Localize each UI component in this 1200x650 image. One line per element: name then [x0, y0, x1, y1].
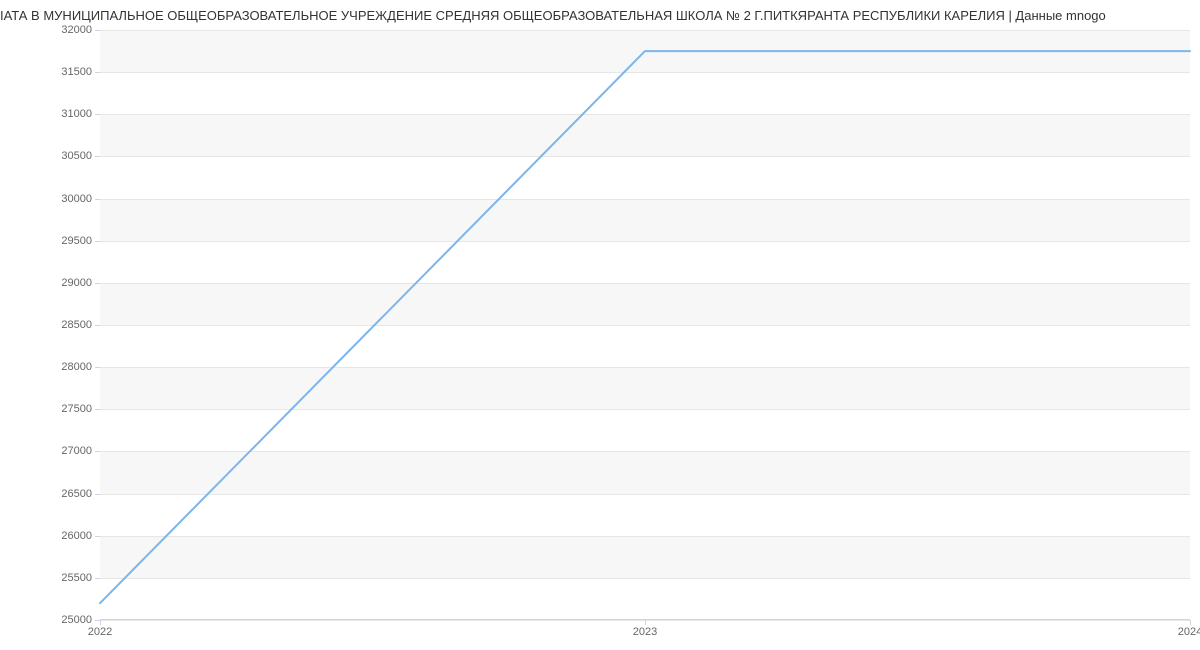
- y-tick-mark: [95, 409, 100, 410]
- x-tick-mark: [645, 620, 646, 625]
- y-tick-label: 26500: [61, 488, 92, 500]
- y-tick-label: 27000: [61, 445, 92, 457]
- plot-area: 2500025500260002650027000275002800028500…: [100, 30, 1190, 620]
- y-tick-label: 27500: [61, 403, 92, 415]
- chart-title: ІАТА В МУНИЦИПАЛЬНОЕ ОБЩЕОБРАЗОВАТЕЛЬНОЕ…: [0, 0, 1200, 27]
- y-tick-mark: [95, 451, 100, 452]
- y-tick-mark: [95, 494, 100, 495]
- y-tick-label: 31000: [61, 108, 92, 120]
- y-tick-label: 28500: [61, 319, 92, 331]
- y-tick-label: 28000: [61, 361, 92, 373]
- x-tick-mark: [1190, 620, 1191, 625]
- y-tick-mark: [95, 72, 100, 73]
- y-tick-label: 29000: [61, 277, 92, 289]
- y-tick-label: 30500: [61, 150, 92, 162]
- y-tick-label: 32000: [61, 24, 92, 36]
- data-series-line: [100, 51, 1190, 603]
- y-tick-label: 26000: [61, 530, 92, 542]
- y-tick-label: 29500: [61, 235, 92, 247]
- x-tick-label: 2024: [1178, 626, 1200, 638]
- y-tick-label: 30000: [61, 193, 92, 205]
- chart-container: ІАТА В МУНИЦИПАЛЬНОЕ ОБЩЕОБРАЗОВАТЕЛЬНОЕ…: [0, 0, 1200, 650]
- y-tick-label: 31500: [61, 66, 92, 78]
- y-tick-mark: [95, 199, 100, 200]
- x-tick-mark: [100, 620, 101, 625]
- x-tick-label: 2023: [633, 626, 657, 638]
- y-tick-mark: [95, 367, 100, 368]
- y-tick-label: 25000: [61, 614, 92, 626]
- y-tick-mark: [95, 156, 100, 157]
- y-tick-label: 25500: [61, 572, 92, 584]
- x-tick-label: 2022: [88, 626, 112, 638]
- y-tick-mark: [95, 536, 100, 537]
- y-tick-mark: [95, 283, 100, 284]
- y-tick-mark: [95, 241, 100, 242]
- y-tick-mark: [95, 578, 100, 579]
- line-chart-svg: [100, 30, 1190, 620]
- y-tick-mark: [95, 30, 100, 31]
- y-tick-mark: [95, 325, 100, 326]
- y-tick-mark: [95, 114, 100, 115]
